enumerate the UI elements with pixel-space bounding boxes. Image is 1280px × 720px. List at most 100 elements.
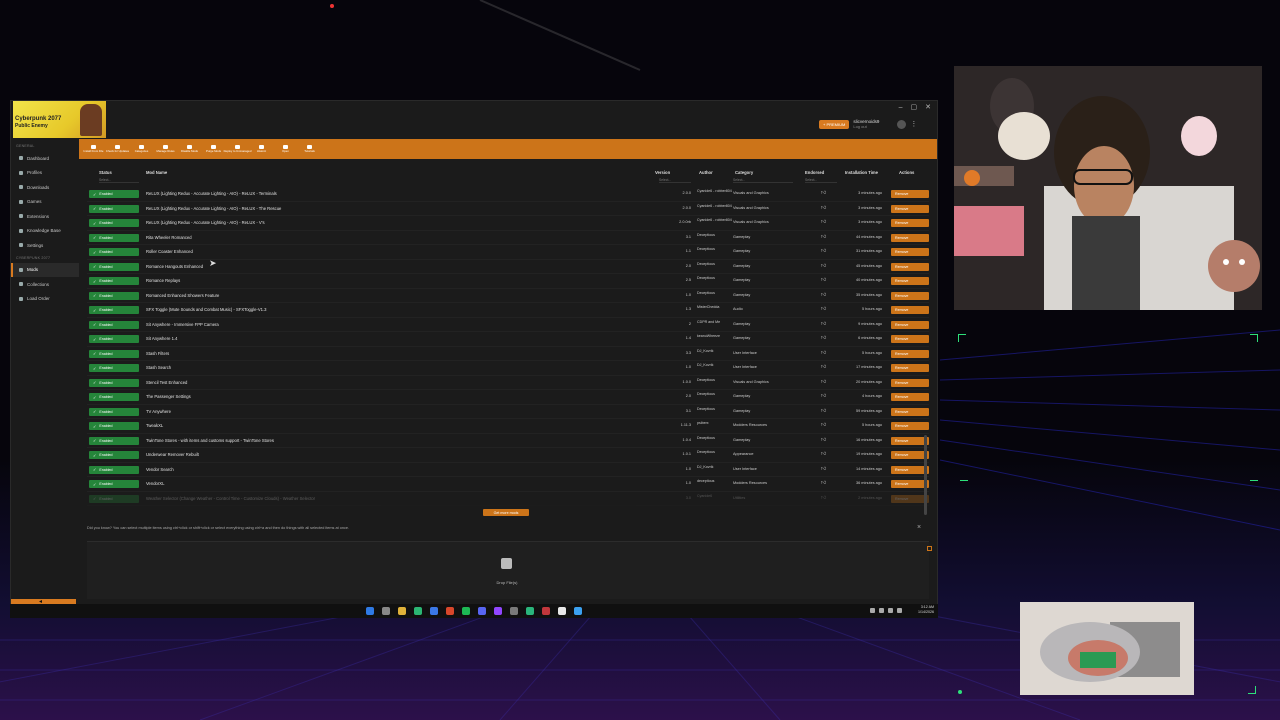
spotify-icon[interactable] bbox=[462, 607, 470, 615]
category-filter[interactable]: Select... bbox=[733, 178, 793, 183]
version-filter[interactable]: Select... bbox=[659, 178, 691, 183]
endorse-thumb-icon[interactable]: 👍︎ bbox=[821, 248, 826, 254]
endorse-thumb-icon[interactable]: 👍︎ bbox=[821, 277, 826, 283]
status-enabled-button[interactable]: ✓ Enabled bbox=[89, 494, 139, 503]
avatar[interactable] bbox=[897, 119, 907, 129]
sidebar-item-settings[interactable]: Settings bbox=[11, 238, 79, 253]
premium-button[interactable]: + PREMIUM bbox=[819, 119, 850, 129]
remove-button[interactable]: Remove bbox=[891, 335, 929, 343]
remove-button[interactable]: Remove bbox=[891, 407, 929, 416]
toolbar-historic-button[interactable]: Historic bbox=[253, 145, 270, 153]
remove-button[interactable]: Remove bbox=[891, 190, 929, 198]
toolbar-categories-button[interactable]: Categories bbox=[133, 145, 150, 153]
endorse-thumb-icon[interactable]: 👍︎ bbox=[821, 205, 826, 211]
remove-button[interactable]: Remove bbox=[891, 291, 929, 300]
col-installation-time[interactable]: Installation Time bbox=[845, 170, 878, 175]
table-row[interactable]: ✓ Enabled VendorXL 1.0 deceptious Modders Res… bbox=[87, 477, 929, 492]
table-row[interactable]: ✓ Enabled Romanced Enhanced Showers Featur… bbox=[87, 289, 929, 303]
status-enabled-button[interactable]: ✓ Enabled bbox=[89, 465, 139, 474]
endorse-thumb-icon[interactable]: 👍︎ bbox=[821, 292, 826, 298]
remove-button[interactable]: Remove bbox=[891, 233, 929, 242]
app-icon[interactable] bbox=[542, 607, 550, 615]
status-enabled-button[interactable]: ✓ Enabled bbox=[89, 364, 139, 372]
status-enabled-button[interactable]: ✓ Enabled bbox=[89, 262, 139, 271]
remove-button[interactable]: Remove bbox=[891, 219, 929, 227]
app-icon[interactable] bbox=[526, 607, 534, 615]
endorse-thumb-icon[interactable]: 👍︎ bbox=[821, 306, 826, 312]
endorse-thumb-icon[interactable]: 👍︎ bbox=[821, 335, 826, 341]
status-enabled-button[interactable]: ✓ Enabled bbox=[89, 291, 139, 300]
explorer-icon[interactable] bbox=[398, 607, 406, 615]
endorse-thumb-icon[interactable]: 👍︎ bbox=[821, 321, 826, 327]
remove-button[interactable]: Remove bbox=[891, 349, 929, 358]
endorse-thumb-icon[interactable]: 👍︎ bbox=[821, 437, 826, 443]
status-enabled-button[interactable]: ✓ Enabled bbox=[89, 248, 139, 256]
browser-icon[interactable] bbox=[430, 607, 438, 615]
table-row[interactable]: ✓ Enabled Sit Anywhere - Immersive FPP Cam… bbox=[87, 318, 929, 332]
endorse-thumb-icon[interactable]: 👍︎ bbox=[821, 451, 826, 457]
endorse-thumb-icon[interactable]: 👍︎ bbox=[821, 480, 826, 486]
status-enabled-button[interactable]: ✓ Enabled bbox=[89, 480, 139, 488]
toolbar-purge-mods-button[interactable]: Purge Mods bbox=[205, 145, 222, 153]
maximize-icon[interactable]: ▢ bbox=[911, 103, 918, 111]
tip-close-icon[interactable]: × bbox=[917, 524, 921, 531]
toolbar-open-button[interactable]: Open bbox=[277, 145, 294, 153]
app-icon[interactable] bbox=[510, 607, 518, 615]
col-mod-name[interactable]: Mod Name bbox=[146, 170, 167, 175]
endorse-thumb-icon[interactable]: 👍︎ bbox=[821, 393, 826, 399]
search-icon[interactable] bbox=[382, 607, 390, 615]
sidebar-item-load-order[interactable]: Load Order bbox=[11, 292, 79, 307]
status-enabled-button[interactable]: ✓ Enabled bbox=[89, 451, 139, 459]
status-enabled-button[interactable]: ✓ Enabled bbox=[89, 407, 139, 416]
status-enabled-button[interactable]: ✓ Enabled bbox=[89, 335, 139, 343]
table-row[interactable]: ✓ Enabled ReLUX (Lighting Redux - Accurate… bbox=[87, 216, 929, 231]
toolbar-tutorials-button[interactable]: Tutorials bbox=[301, 145, 318, 153]
remove-button[interactable]: Remove bbox=[891, 277, 929, 285]
sidebar-item-knowledge-base[interactable]: Knowledge Base bbox=[11, 224, 79, 239]
minimize-icon[interactable]: – bbox=[899, 104, 903, 111]
endorse-thumb-icon[interactable]: 👍︎ bbox=[821, 495, 826, 501]
table-row[interactable]: ✓ Enabled SFX Toggle (Mute Sounds and Comb… bbox=[87, 303, 929, 318]
remove-button[interactable]: Remove bbox=[891, 378, 929, 387]
start-icon[interactable] bbox=[366, 607, 374, 615]
toolbar-install-from-file-button[interactable]: Install From File bbox=[84, 145, 103, 153]
app-icon[interactable] bbox=[446, 607, 454, 615]
remove-button[interactable]: Remove bbox=[891, 262, 929, 271]
sidebar-item-dashboard[interactable]: Dashboard bbox=[11, 151, 79, 166]
table-row[interactable]: ✓ Enabled TwinTone Stores - with items and… bbox=[87, 434, 929, 448]
table-row[interactable]: ✓ Enabled Romance Replays 2.5 Deceptious Game… bbox=[87, 274, 929, 289]
status-enabled-button[interactable]: ✓ Enabled bbox=[89, 233, 139, 242]
drop-zone[interactable]: Drop File(s) bbox=[87, 541, 932, 599]
status-enabled-button[interactable]: ✓ Enabled bbox=[89, 320, 139, 329]
col-version[interactable]: Version bbox=[655, 170, 670, 175]
status-enabled-button[interactable]: ✓ Enabled bbox=[89, 349, 139, 358]
status-filter[interactable]: Select... bbox=[99, 178, 139, 183]
endorse-thumb-icon[interactable]: 👍︎ bbox=[821, 234, 826, 240]
table-row[interactable]: ✓ Enabled Sit Anywhere 1.4 1.4 keanuWheeze Ga… bbox=[87, 332, 929, 347]
col-status[interactable]: Status bbox=[99, 170, 112, 175]
sidebar-item-downloads[interactable]: Downloads bbox=[11, 180, 79, 195]
status-enabled-button[interactable]: ✓ Enabled bbox=[89, 219, 139, 227]
get-more-mods-button[interactable]: Get more mods bbox=[483, 509, 529, 516]
status-enabled-button[interactable]: ✓ Enabled bbox=[89, 306, 139, 314]
remove-button[interactable]: Remove bbox=[891, 422, 929, 430]
twitch-icon[interactable] bbox=[494, 607, 502, 615]
table-row[interactable]: ✓ Enabled Stash Search 1.0 DJ_Kovrik User Int… bbox=[87, 361, 929, 376]
sidebar-item-profiles[interactable]: Profiles bbox=[11, 166, 79, 181]
endorse-thumb-icon[interactable]: 👍︎ bbox=[821, 219, 826, 225]
endorse-thumb-icon[interactable]: 👍︎ bbox=[821, 350, 826, 356]
col-endorsed[interactable]: Endorsed bbox=[805, 170, 824, 175]
more-menu-icon[interactable]: ⋮ bbox=[910, 120, 917, 128]
table-row[interactable]: ✓ Enabled Underwear Remover Rebuilt 1.0.1 De… bbox=[87, 448, 929, 463]
table-row[interactable]: ✓ Enabled TV Anywhere 3.1 Deceptious Gameplay… bbox=[87, 405, 929, 419]
table-row[interactable]: ✓ Enabled TweakXL 1.11.3 psiberx Modders Reso… bbox=[87, 419, 929, 434]
table-row[interactable]: ✓ Enabled Rita Wheeler Romanced 3.1 Deceptio… bbox=[87, 231, 929, 245]
endorse-thumb-icon[interactable]: 👍︎ bbox=[821, 408, 826, 414]
sidebar-item-games[interactable]: Games bbox=[11, 195, 79, 210]
app-icon[interactable] bbox=[414, 607, 422, 615]
remove-button[interactable]: Remove bbox=[891, 306, 929, 314]
status-enabled-button[interactable]: ✓ Enabled bbox=[89, 378, 139, 387]
status-enabled-button[interactable]: ✓ Enabled bbox=[89, 204, 139, 213]
endorse-thumb-icon[interactable]: 👍︎ bbox=[821, 422, 826, 428]
toolbar-manage-rules-button[interactable]: Manage Rules bbox=[156, 145, 175, 153]
